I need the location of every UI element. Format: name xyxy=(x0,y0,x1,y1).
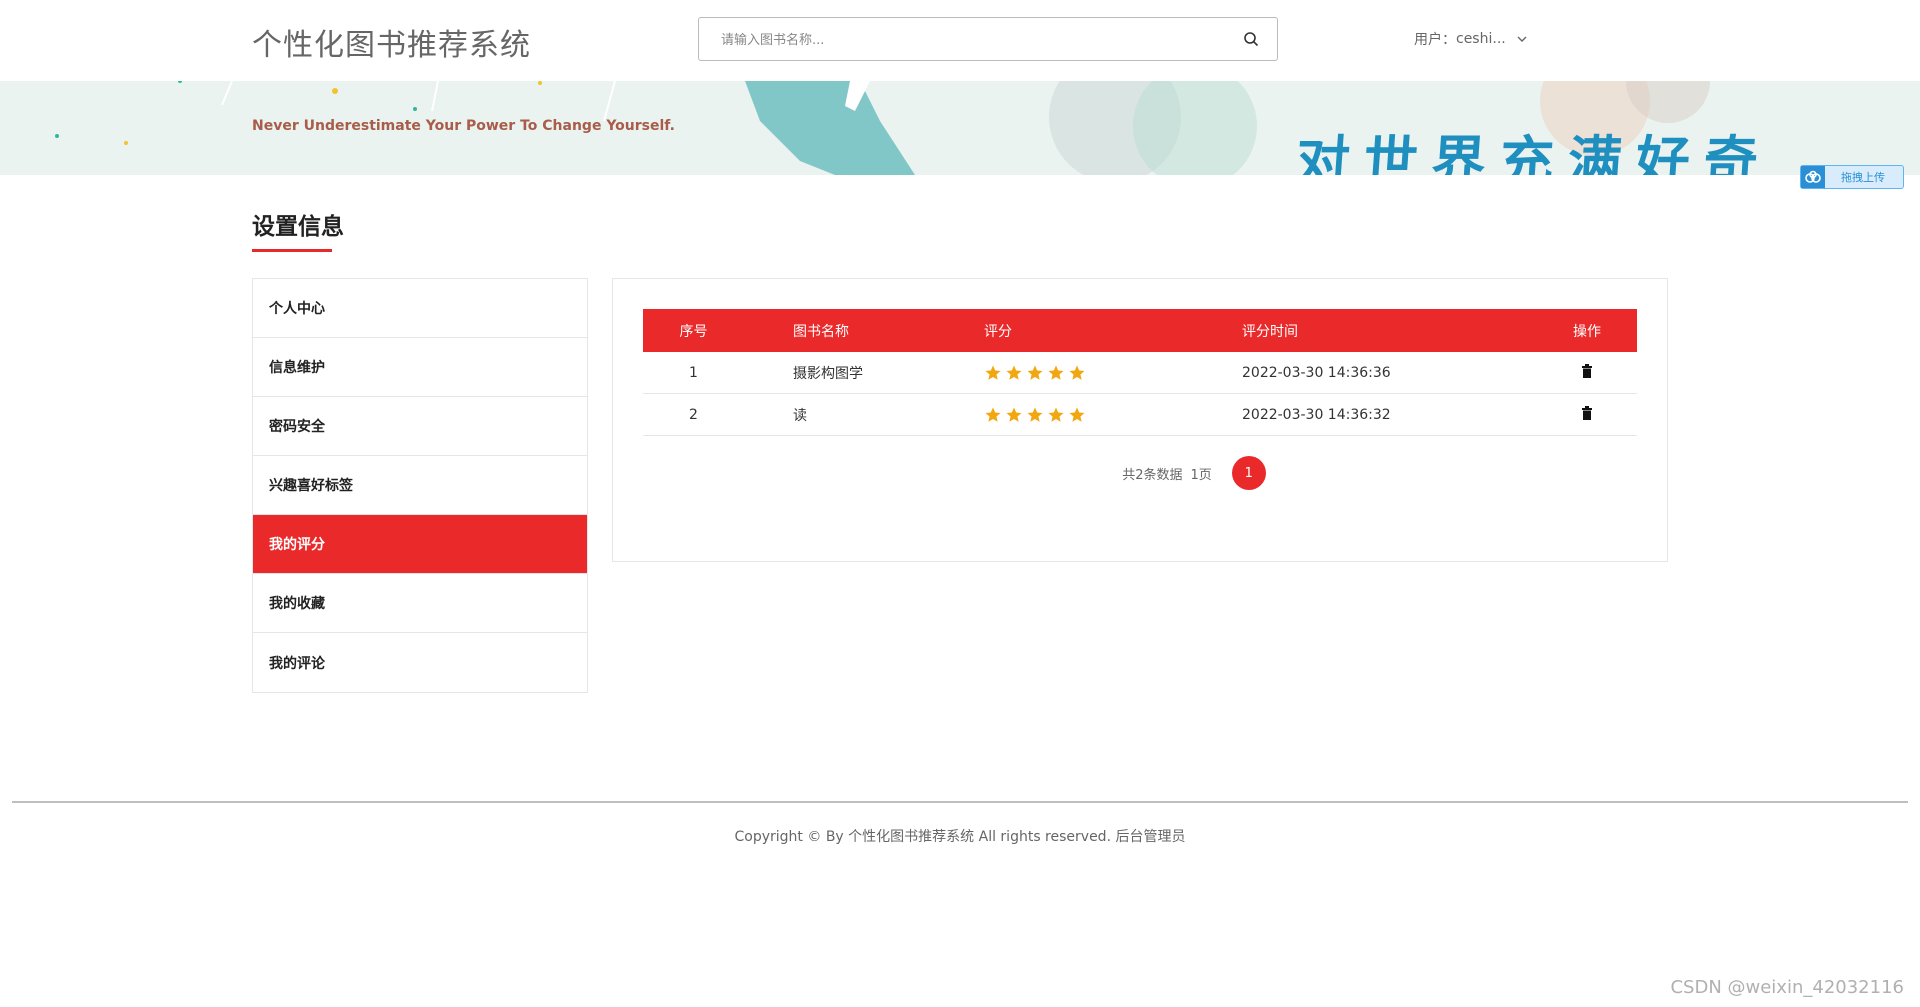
column-header-index: 序号 xyxy=(643,309,793,352)
search-box xyxy=(698,17,1278,62)
section-underline xyxy=(252,249,332,252)
admin-link[interactable]: 后台管理员 xyxy=(1115,829,1185,845)
star-rating xyxy=(984,406,1242,424)
row-rating xyxy=(984,393,1242,436)
star-icon xyxy=(1006,365,1022,380)
banner-slogan: Never Underestimate Your Power To Change… xyxy=(252,118,675,134)
top-header: 个性化图书推荐系统 用户： ceshi... xyxy=(0,0,1920,81)
search-icon[interactable] xyxy=(1243,31,1259,47)
row-actions xyxy=(1537,393,1637,436)
star-icon xyxy=(985,407,1001,422)
banner-headline: 对世界充满好奇 xyxy=(1293,130,1774,175)
sidebar-item-interests[interactable]: 兴趣喜好标签 xyxy=(253,456,587,515)
user-menu[interactable]: 用户： ceshi... xyxy=(1414,29,1528,49)
upload-label: 拖拽上传 xyxy=(1841,171,1885,184)
table-row: 1 摄影构图学 2022-03-30 14:36:36 xyxy=(643,352,1637,394)
search-input[interactable] xyxy=(719,18,1223,62)
footer-divider xyxy=(12,801,1908,803)
sidebar-item-profile[interactable]: 个人中心 xyxy=(253,279,587,338)
row-book-name[interactable]: 摄影构图学 xyxy=(793,352,984,394)
watermark: CSDN @weixin_42032116 xyxy=(1670,977,1904,998)
column-header-rating: 评分 xyxy=(984,309,1242,352)
copyright-text: Copyright © By 个性化图书推荐系统 All rights rese… xyxy=(734,829,1112,845)
banner: Never Underestimate Your Power To Change… xyxy=(0,81,1920,175)
sidebar-item-favorites[interactable]: 我的收藏 xyxy=(253,574,587,633)
table-header-row: 序号 图书名称 评分 评分时间 操作 xyxy=(643,309,1637,352)
table-row: 2 读 2022-03-30 14:36:32 xyxy=(643,393,1637,436)
star-icon xyxy=(1069,365,1085,380)
column-header-actions: 操作 xyxy=(1537,309,1637,352)
chevron-down-icon xyxy=(1517,36,1527,42)
pagination: 共2条数据 1页 1 xyxy=(613,456,1667,490)
pagination-total: 共2条数据 xyxy=(1122,467,1183,483)
row-index: 2 xyxy=(643,393,793,436)
column-header-rating-time: 评分时间 xyxy=(1242,309,1537,352)
row-index: 1 xyxy=(643,352,793,394)
page-number-button[interactable]: 1 xyxy=(1231,456,1266,490)
sidebar-item-my-ratings[interactable]: 我的评分 xyxy=(253,515,587,574)
row-rating-time: 2022-03-30 14:36:32 xyxy=(1242,393,1537,436)
star-rating xyxy=(984,364,1242,382)
star-icon xyxy=(1069,407,1085,422)
sidebar-item-password[interactable]: 密码安全 xyxy=(253,397,587,456)
sidebar-item-comments[interactable]: 我的评论 xyxy=(253,633,587,692)
drag-upload-button[interactable]: 拖拽上传 xyxy=(1800,165,1904,189)
section-title: 设置信息 xyxy=(252,214,344,240)
column-header-book-name: 图书名称 xyxy=(793,309,984,352)
star-icon xyxy=(1048,407,1064,422)
trash-icon[interactable] xyxy=(1581,363,1593,378)
pagination-page-count: 1页 xyxy=(1190,467,1212,483)
settings-sidebar: 个人中心 信息维护 密码安全 兴趣喜好标签 我的评分 我的收藏 我的评论 xyxy=(252,278,588,693)
row-rating xyxy=(984,352,1242,394)
site-title[interactable]: 个性化图书推荐系统 xyxy=(252,20,531,64)
ratings-table: 序号 图书名称 评分 评分时间 操作 1 摄影构图学 2022-03-30 14… xyxy=(643,309,1637,436)
star-icon xyxy=(1006,407,1022,422)
star-icon xyxy=(1048,365,1064,380)
ratings-panel: 序号 图书名称 评分 评分时间 操作 1 摄影构图学 2022-03-30 14… xyxy=(612,278,1668,562)
row-book-name[interactable]: 读 xyxy=(793,393,984,436)
row-actions xyxy=(1537,352,1637,394)
row-rating-time: 2022-03-30 14:36:36 xyxy=(1242,352,1537,394)
user-label: 用户： xyxy=(1414,32,1456,48)
user-name: ceshi... xyxy=(1456,31,1506,47)
star-icon xyxy=(1027,407,1043,422)
trash-icon[interactable] xyxy=(1581,405,1593,420)
footer: Copyright © By 个性化图书推荐系统 All rights rese… xyxy=(0,826,1920,846)
cloud-icon xyxy=(1801,166,1825,188)
star-icon xyxy=(985,365,1001,380)
sidebar-item-info[interactable]: 信息维护 xyxy=(253,338,587,397)
star-icon xyxy=(1027,365,1043,380)
